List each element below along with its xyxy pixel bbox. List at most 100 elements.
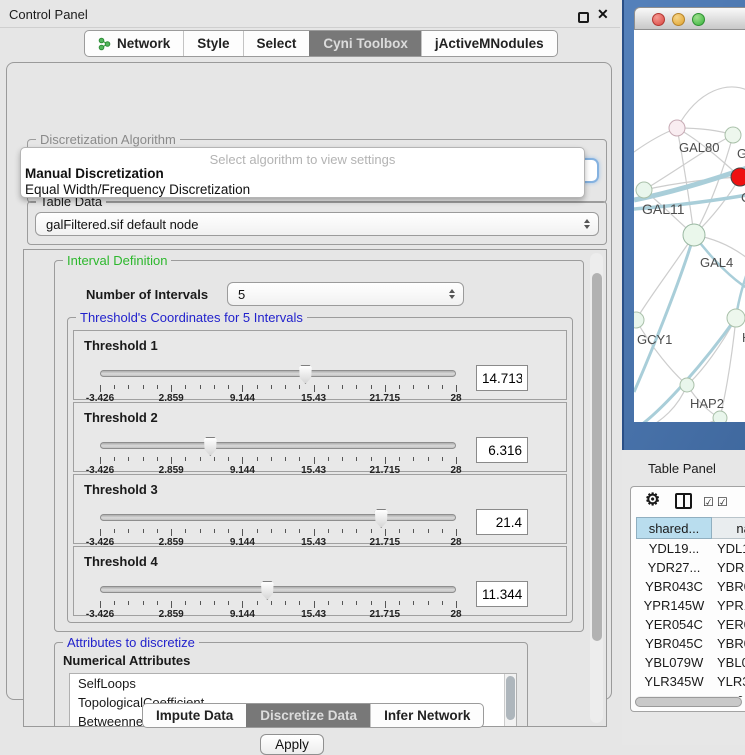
table-cell[interactable]: YPR1 [712, 596, 745, 615]
close-traffic-light-icon[interactable] [652, 13, 665, 26]
settings-scrollbar-thumb[interactable] [592, 273, 602, 641]
bottom-tab-infer-network[interactable]: Infer Network [370, 704, 483, 727]
table-row[interactable]: YDR27...YDR2 [636, 558, 745, 577]
threshold-2-value-input[interactable] [476, 437, 528, 463]
network-node[interactable] [713, 411, 727, 422]
threshold-1-value-input[interactable] [476, 365, 528, 391]
tab-style[interactable]: Style [183, 31, 242, 56]
network-node[interactable] [669, 120, 685, 136]
bottom-tab-discretize-data[interactable]: Discretize Data [246, 704, 370, 727]
network-node[interactable] [725, 127, 741, 143]
column-header-2[interactable]: na... [712, 517, 745, 539]
table-cell[interactable]: YER054C [636, 615, 712, 634]
threshold-3-value-input[interactable] [476, 509, 528, 535]
table-cell[interactable]: YBL079W [636, 653, 712, 672]
table-row[interactable]: YER054CYER0 [636, 615, 745, 634]
threshold-2-slider[interactable]: -3.4262.8599.14415.4321.71528 [100, 437, 456, 471]
network-window-titlebar[interactable] [634, 7, 745, 30]
algorithm-option-manual-discretization[interactable]: Manual Discretization [25, 166, 164, 181]
table-row[interactable]: YDL19...YDL1 [636, 539, 745, 558]
table-cell[interactable]: YLR3 [712, 672, 745, 691]
slider-track[interactable] [100, 370, 456, 377]
tab-select[interactable]: Select [243, 31, 310, 56]
checkbox-icon[interactable]: ☑ [703, 495, 714, 509]
threshold-label: Threshold 3 [84, 482, 158, 497]
threshold-2-panel: Threshold 2-3.4262.8599.14415.4321.71528 [73, 402, 567, 472]
threshold-3-slider[interactable]: -3.4262.8599.14415.4321.71528 [100, 509, 456, 543]
network-node[interactable] [727, 309, 745, 327]
tick-label: 28 [450, 609, 461, 620]
table-cell[interactable]: YBL0 [712, 653, 745, 672]
columns-icon[interactable] [675, 493, 692, 509]
tick-mark [271, 529, 272, 533]
table-cell[interactable]: YDL19... [636, 539, 712, 558]
table-hscrollbar-thumb[interactable] [635, 697, 742, 707]
zoom-traffic-light-icon[interactable] [692, 13, 705, 26]
network-node[interactable] [683, 224, 705, 246]
float-window-icon[interactable] [578, 12, 589, 23]
slider-thumb[interactable] [260, 581, 275, 600]
settings-scrollbar[interactable] [590, 253, 603, 723]
tick-mark [242, 601, 243, 608]
tick-mark [100, 529, 101, 536]
tick-mark [428, 457, 429, 461]
table-cell[interactable]: YBR043C [636, 577, 712, 596]
table-row[interactable]: YBL079WYBL0 [636, 653, 745, 672]
threshold-4-slider[interactable]: -3.4262.8599.14415.4321.71528 [100, 581, 456, 615]
table-cell[interactable]: YLR345W [636, 672, 712, 691]
network-canvas[interactable]: GAL80GACGAL11GAL4GCY1HHAP2 [634, 30, 745, 422]
slider-thumb[interactable] [298, 365, 313, 384]
table-row[interactable]: YPR145WYPR1 [636, 596, 745, 615]
table-cell[interactable]: YBR045C [636, 634, 712, 653]
threshold-4-value-input[interactable] [476, 581, 528, 607]
slider-track[interactable] [100, 442, 456, 449]
network-node[interactable] [731, 168, 745, 186]
tick-mark [100, 385, 101, 392]
table-hscrollbar[interactable] [635, 696, 742, 707]
list-scrollbar[interactable] [504, 674, 516, 727]
tab-jactivemnodules[interactable]: jActiveMNodules [421, 31, 557, 56]
list-scrollbar-thumb[interactable] [506, 676, 515, 720]
tick-mark [399, 457, 400, 461]
network-node[interactable] [680, 378, 694, 392]
table-row[interactable]: YBR045CYBR0 [636, 634, 745, 653]
column-header-1[interactable]: shared... [636, 517, 712, 539]
tab-cyni-toolbox[interactable]: Cyni Toolbox [309, 31, 421, 56]
slider-track[interactable] [100, 586, 456, 593]
slider-thumb[interactable] [203, 437, 218, 456]
tick-mark [214, 601, 215, 605]
threshold-1-slider[interactable]: -3.4262.8599.14415.4321.71528 [100, 365, 456, 399]
tick-label: 2.859 [159, 609, 184, 620]
network-node[interactable] [634, 312, 644, 328]
table-row[interactable]: YBR043CYBR0 [636, 577, 745, 596]
tick-mark [200, 601, 201, 605]
algorithm-option-equal-width-frequency-discretization[interactable]: Equal Width/Frequency Discretization [25, 182, 250, 197]
algorithm-placeholder-option[interactable]: Select algorithm to view settings [21, 152, 584, 167]
tick-mark [185, 385, 186, 389]
table-data-select[interactable]: galFiltered.sif default node [35, 212, 599, 236]
checkbox-icon[interactable]: ☑ [717, 495, 728, 509]
network-node[interactable] [636, 182, 652, 198]
table-cell[interactable]: YDL1 [712, 539, 745, 558]
tick-mark [299, 385, 300, 389]
close-icon[interactable]: ✕ [597, 6, 609, 23]
table-cell[interactable]: YPR145W [636, 596, 712, 615]
minimize-traffic-light-icon[interactable] [672, 13, 685, 26]
tab-network[interactable]: Network [85, 31, 183, 56]
tick-mark [257, 385, 258, 389]
table-cell[interactable]: YBR0 [712, 634, 745, 653]
attribute-item-selfloops[interactable]: SelfLoops [70, 674, 516, 693]
table-cell[interactable]: YDR27... [636, 558, 712, 577]
table-cell[interactable]: YER0 [712, 615, 745, 634]
gear-icon[interactable]: ⚙ [645, 490, 660, 510]
table-cell[interactable]: YBR0 [712, 577, 745, 596]
table-cell[interactable]: YDR2 [712, 558, 745, 577]
bottom-tab-impute-data[interactable]: Impute Data [143, 704, 246, 727]
table-row[interactable]: YLR345WYLR3 [636, 672, 745, 691]
number-of-intervals-select[interactable]: 5 [227, 282, 464, 306]
discretization-algorithm-title: Discretization Algorithm [36, 132, 180, 147]
tick-mark [242, 529, 243, 536]
tick-label: 9.144 [230, 609, 255, 620]
slider-track[interactable] [100, 514, 456, 521]
slider-thumb[interactable] [374, 509, 389, 528]
